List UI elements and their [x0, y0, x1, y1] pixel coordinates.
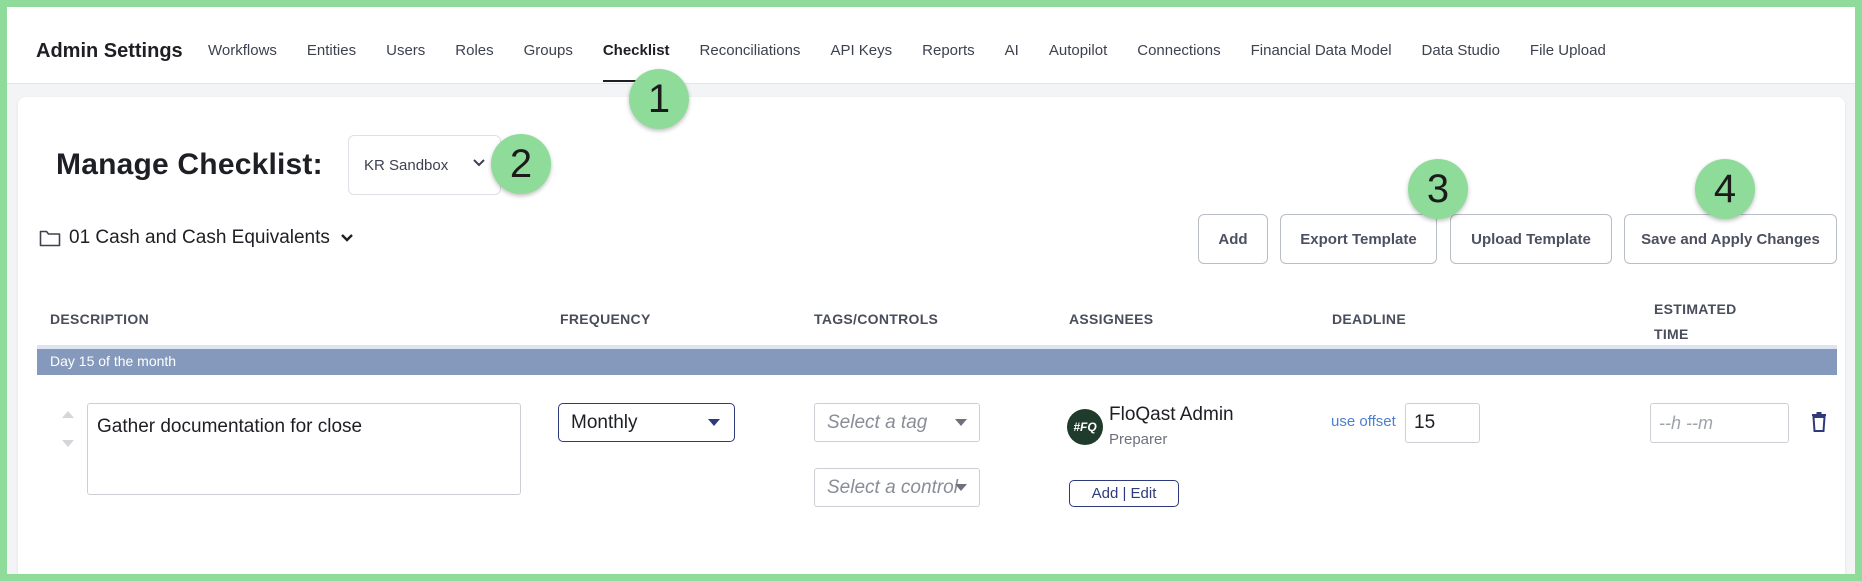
annotation-marker-1: 1 — [629, 69, 689, 129]
header-tags-controls: TAGS/CONTROLS — [814, 311, 939, 327]
folder-selector[interactable]: 01 Cash and Cash Equivalents — [39, 227, 354, 249]
tab-users[interactable]: Users — [386, 42, 425, 59]
caret-down-icon — [708, 419, 720, 426]
add-edit-assignees-button[interactable]: Add | Edit — [1069, 480, 1179, 507]
tab-reconciliations[interactable]: Reconciliations — [700, 42, 801, 59]
frequency-value: Monthly — [571, 411, 638, 433]
frequency-dropdown[interactable]: Monthly — [558, 403, 735, 442]
assignee-role: Preparer — [1109, 431, 1168, 448]
header-frequency: FREQUENCY — [560, 311, 651, 327]
tab-api-keys[interactable]: API Keys — [830, 42, 892, 59]
tab-roles[interactable]: Roles — [455, 42, 493, 59]
tag-placeholder: Select a tag — [827, 411, 928, 433]
tab-checklist[interactable]: Checklist — [602, 42, 670, 82]
tab-autopilot[interactable]: Autopilot — [1049, 42, 1107, 59]
save-and-apply-button[interactable]: Save and Apply Changes — [1624, 214, 1837, 264]
tab-financial-data-model[interactable]: Financial Data Model — [1251, 42, 1392, 59]
chevron-down-icon — [473, 159, 485, 167]
folder-icon — [39, 230, 61, 247]
tab-entities[interactable]: Entities — [307, 42, 356, 59]
control-dropdown[interactable]: Select a control — [814, 468, 980, 507]
header-assignees: ASSIGNEES — [1069, 311, 1154, 327]
annotation-marker-3: 3 — [1408, 159, 1468, 219]
annotation-marker-4: 4 — [1695, 159, 1755, 219]
top-nav: Admin Settings Workflows Entities Users … — [7, 7, 1855, 84]
header-estimated-line2: TIME — [1654, 326, 1689, 342]
header-estimated-time: ESTIMATED TIME — [1654, 297, 1737, 347]
caret-down-icon — [955, 419, 967, 426]
trash-icon[interactable] — [1811, 412, 1827, 432]
entity-dropdown-value: KR Sandbox — [364, 156, 449, 174]
description-textarea[interactable]: Gather documentation for close — [87, 403, 521, 495]
avatar: #FQ — [1067, 409, 1103, 445]
group-header: Day 15 of the month — [37, 345, 1837, 375]
app-window: Admin Settings Workflows Entities Users … — [7, 7, 1855, 574]
estimated-time-input[interactable]: --h --m — [1650, 403, 1789, 443]
reorder-arrows-icon[interactable] — [61, 409, 75, 449]
control-placeholder: Select a control — [827, 476, 958, 498]
tab-data-studio[interactable]: Data Studio — [1422, 42, 1500, 59]
deadline-input[interactable]: 15 — [1405, 403, 1480, 443]
add-button[interactable]: Add — [1198, 214, 1268, 264]
annotation-marker-2: 2 — [491, 134, 551, 194]
tab-file-upload[interactable]: File Upload — [1530, 42, 1606, 59]
tab-ai[interactable]: AI — [1005, 42, 1019, 59]
header-description: DESCRIPTION — [50, 311, 149, 327]
page-title: Admin Settings — [36, 40, 183, 62]
export-template-button[interactable]: Export Template — [1280, 214, 1437, 264]
tag-dropdown[interactable]: Select a tag — [814, 403, 980, 442]
folder-name: 01 Cash and Cash Equivalents — [69, 227, 330, 248]
use-offset-link[interactable]: use offset — [1331, 413, 1396, 430]
assignee-name: FloQast Admin — [1109, 404, 1234, 425]
header-deadline: DEADLINE — [1332, 311, 1406, 327]
chevron-down-icon — [341, 234, 353, 242]
entity-dropdown[interactable]: KR Sandbox — [348, 135, 501, 195]
header-estimated-line1: ESTIMATED — [1654, 301, 1737, 317]
caret-down-icon — [955, 484, 967, 491]
tab-connections[interactable]: Connections — [1137, 42, 1220, 59]
manage-checklist-title: Manage Checklist: — [56, 148, 323, 181]
tab-workflows[interactable]: Workflows — [208, 42, 277, 59]
nav-tabs: Workflows Entities Users Roles Groups Ch… — [208, 42, 1636, 82]
upload-template-button[interactable]: Upload Template — [1450, 214, 1612, 264]
tab-reports[interactable]: Reports — [922, 42, 975, 59]
tab-groups[interactable]: Groups — [524, 42, 573, 59]
